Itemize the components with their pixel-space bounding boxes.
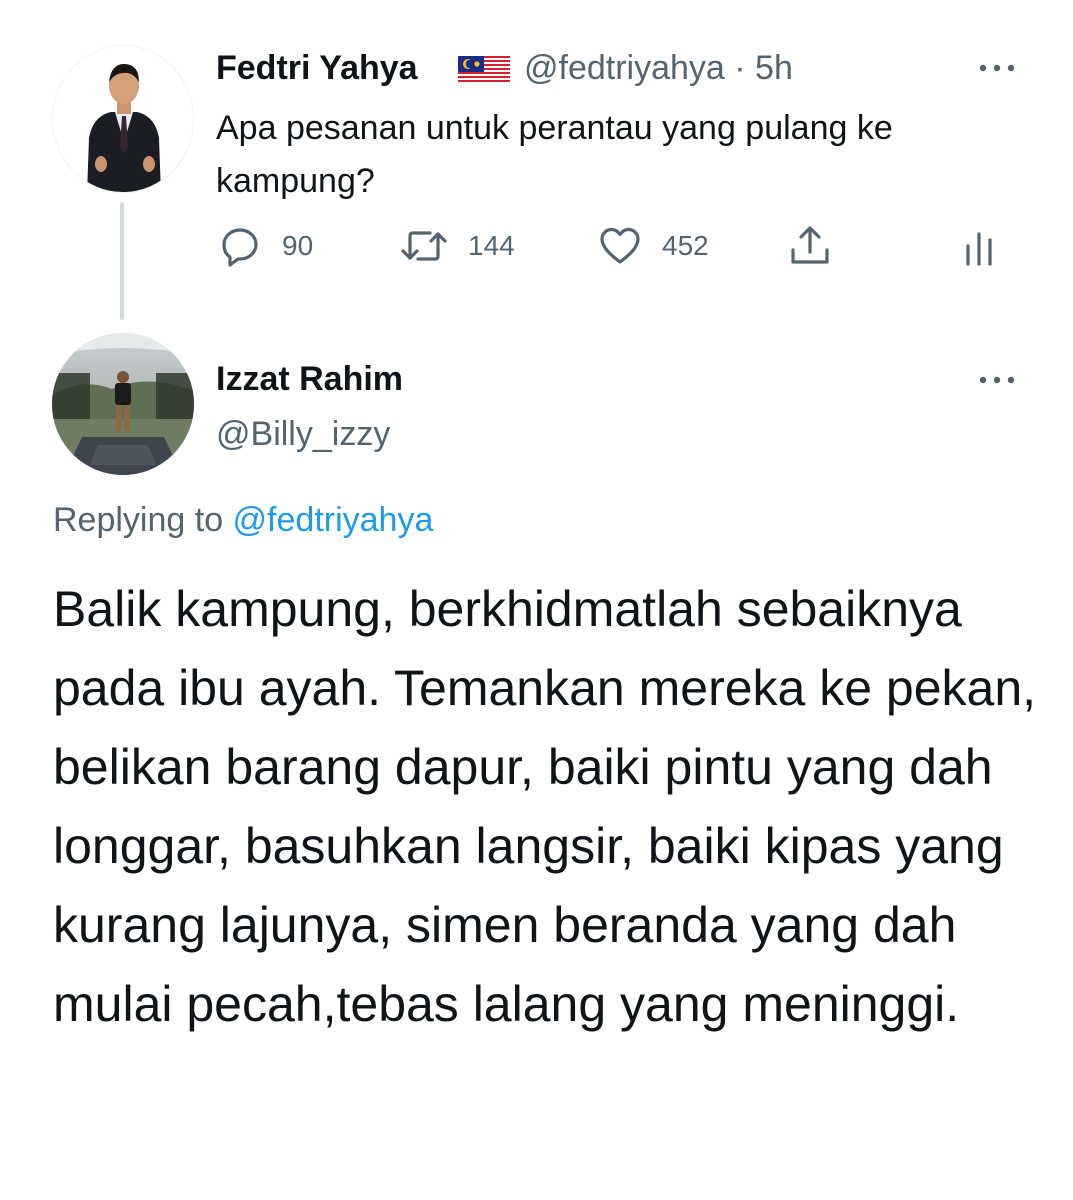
replying-to-mention-link[interactable]: @fedtriyahya	[233, 501, 434, 539]
like-count: 452	[662, 230, 709, 261]
author-avatar-izzat[interactable]	[52, 333, 194, 475]
avatar-photo-man-outdoors	[52, 333, 194, 475]
analytics-icon	[966, 232, 992, 266]
avatar-photo-man-in-suit	[53, 46, 193, 192]
replying-to-label: Replying to	[53, 501, 233, 539]
retweet-button[interactable]: 144	[400, 224, 515, 268]
tweet-text: Apa pesanan untuk perantau yang pulang k…	[216, 109, 893, 200]
author-avatar-fedtri[interactable]	[52, 45, 194, 193]
retweet-count: 144	[468, 230, 515, 261]
reply-author-handle[interactable]: @Billy_izzy	[216, 415, 390, 454]
malaysia-flag-icon	[458, 56, 510, 84]
reply-author-name[interactable]: Izzat Rahim	[216, 360, 403, 399]
reply-count: 90	[282, 230, 314, 261]
reply-button[interactable]: 90	[218, 224, 313, 268]
author-name[interactable]: Fedtri Yahya	[216, 49, 418, 88]
thread-connector-line	[120, 202, 124, 320]
replying-to-line: Replying to @fedtriyahya	[53, 501, 433, 540]
heart-icon	[600, 227, 640, 264]
retweet-icon	[401, 231, 447, 261]
like-button[interactable]: 452	[598, 224, 709, 268]
author-handle-and-timestamp[interactable]: @fedtriyahya · 5h	[524, 49, 793, 88]
more-options-icon[interactable]	[975, 370, 1019, 390]
analytics-button[interactable]	[962, 224, 996, 268]
share-icon	[791, 226, 829, 264]
reply-tweet-text: Balik kampung, berkhidmatlah sebaiknya p…	[53, 581, 1037, 1032]
reply-icon	[222, 228, 258, 267]
share-button[interactable]	[788, 224, 832, 268]
more-options-icon[interactable]	[975, 58, 1019, 78]
